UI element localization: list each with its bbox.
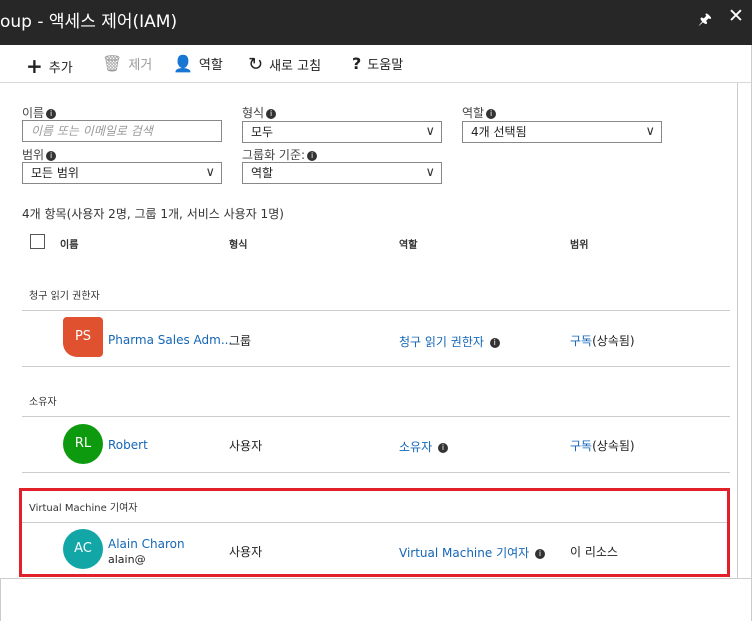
roles-button[interactable]: 👤 역할 [173,54,223,73]
groupby-filter-label-text: 그룹화 기준: [242,148,306,162]
column-header-type[interactable]: 형식 [229,236,247,251]
items-summary: 4개 항목(사용자 2명, 그룹 1개, 서비스 사용자 1명) [22,207,284,221]
scope-select[interactable]: 모든 범위 ∨ [22,162,222,184]
name-search-input[interactable]: 이름 또는 이메일로 검색 [22,120,222,142]
info-icon[interactable]: i [46,109,57,119]
role-filter-label-text: 역할 [462,106,485,120]
info-icon[interactable]: i [307,151,318,161]
role-link-text: 소유자 [399,440,433,454]
column-header-name[interactable]: 이름 [60,236,78,251]
groupby-filter-label: 그룹화 기준: i [242,146,318,163]
role-select-value: 4개 선택됨 [471,125,527,139]
chevron-down-icon: ∨ [205,165,215,180]
title-bar: oup - 액세스 제어(IAM) 🖈 ✕ [0,0,752,45]
close-icon[interactable]: ✕ [728,5,744,27]
member-type: 그룹 [229,334,252,348]
group-header: 소유자 [29,397,57,408]
group-header: 청구 읽기 권한자 [29,291,100,302]
avatar: RL [63,424,103,464]
divider [22,366,730,367]
column-header-role[interactable]: 역할 [399,236,417,251]
scope-cell: 구독(상속됨) [570,437,635,454]
scope-select-value: 모든 범위 [31,166,79,180]
help-icon: ? [352,54,362,73]
info-icon[interactable]: i [437,443,448,453]
help-button[interactable]: ? 도움말 [352,54,403,73]
divider [22,310,730,311]
member-name-link[interactable]: Robert [108,438,148,452]
name-filter-label-text: 이름 [22,106,45,120]
refresh-icon: ↻ [248,54,264,75]
chevron-down-icon: ∨ [645,124,655,139]
role-link[interactable]: 소유자 i [399,438,448,455]
role-select[interactable]: 4개 선택됨 ∨ [462,121,662,143]
remove-button-label: 제거 [128,58,153,73]
plus-icon: + [26,54,43,78]
info-icon[interactable]: i [46,151,57,161]
divider [22,472,730,473]
name-filter-label: 이름 i [22,104,57,121]
trash-icon: 🗑 [102,54,123,73]
chevron-down-icon: ∨ [425,124,435,139]
toolbar: + 추가 🗑 제거 👤 역할 ↻ 새로 고침 ? 도움말 [0,45,752,83]
column-header-scope[interactable]: 범위 [570,236,588,251]
scope-link[interactable]: 구독 [570,439,592,453]
type-select[interactable]: 모두 ∨ [242,121,442,143]
scope-suffix: (상속됨) [592,334,635,348]
member-name-link[interactable]: Pharma Sales Adm... [108,333,232,347]
member-type: 사용자 [229,439,263,453]
divider [22,416,730,417]
scope-suffix: (상속됨) [592,439,635,453]
panel-left-border [0,578,1,621]
add-button[interactable]: + 추가 [26,54,73,78]
role-filter-label: 역할 i [462,104,497,121]
select-all-checkbox[interactable] [30,234,45,249]
role-link[interactable]: 청구 읽기 권한자 i [399,333,500,350]
refresh-button[interactable]: ↻ 새로 고침 [248,54,321,75]
page-title: oup - 액세스 제어(IAM) [0,12,178,32]
panel-bottom-border [0,578,752,579]
highlight-box [19,488,730,577]
scope-filter-label: 범위 i [22,146,57,163]
remove-button[interactable]: 🗑 제거 [102,54,152,73]
pin-icon[interactable]: 🖈 [698,9,712,34]
refresh-button-label: 새로 고침 [269,59,322,74]
user-role-icon: 👤 [173,54,193,73]
scope-filter-label-text: 범위 [22,148,45,162]
info-icon[interactable]: i [489,338,500,348]
scope-cell: 구독(상속됨) [570,332,635,349]
avatar: PS [63,317,103,357]
add-button-label: 추가 [48,60,73,76]
info-icon[interactable]: i [486,109,497,119]
type-filter-label-text: 형식 [242,106,265,120]
scope-link[interactable]: 구독 [570,334,592,348]
chevron-down-icon: ∨ [425,165,435,180]
type-filter-label: 형식 i [242,104,277,121]
role-link-text: 청구 읽기 권한자 [399,335,484,349]
help-button-label: 도움말 [367,58,404,73]
groupby-select[interactable]: 역할 ∨ [242,162,442,184]
info-icon[interactable]: i [266,109,277,119]
groupby-select-value: 역할 [251,166,274,180]
scrollbar[interactable] [737,83,752,578]
roles-button-label: 역할 [198,58,223,73]
type-select-value: 모두 [251,125,274,139]
